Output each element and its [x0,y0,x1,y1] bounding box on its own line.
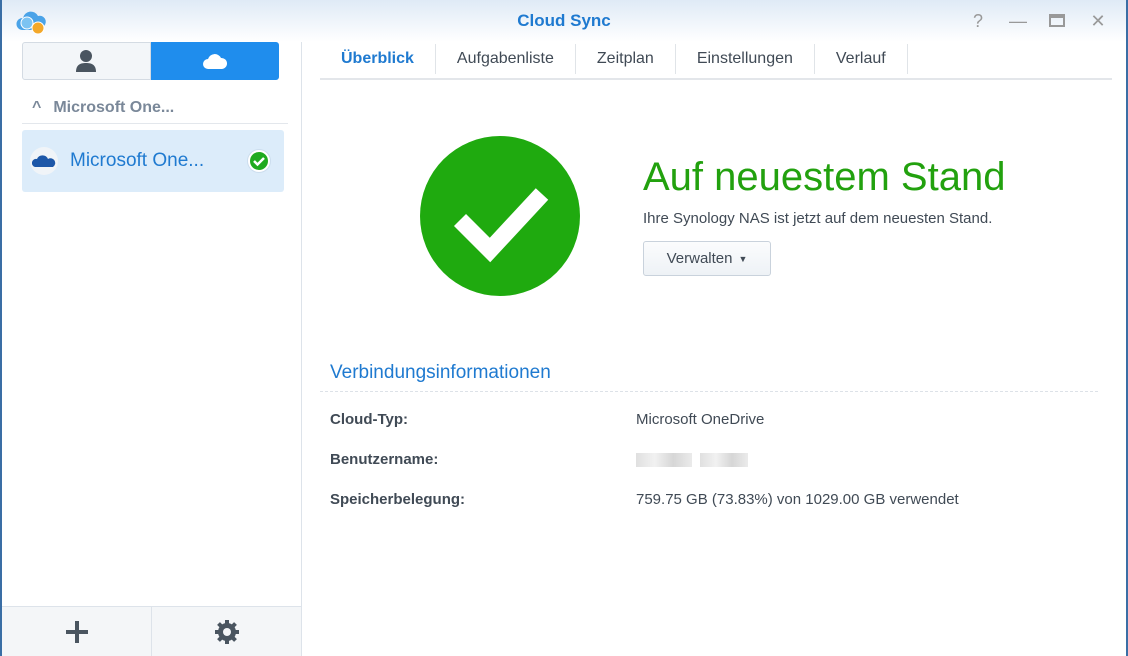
status-check-icon [420,136,580,296]
info-label: Benutzername: [330,451,439,468]
close-icon[interactable]: ✕ [1087,10,1109,32]
tab-schedule[interactable]: Zeitplan [576,44,676,74]
manage-label: Verwalten [666,250,733,267]
settings-button[interactable] [152,607,301,656]
group-label: Microsoft One... [53,98,175,116]
info-value: Microsoft OneDrive [636,411,765,428]
maximize-icon[interactable] [1046,10,1068,32]
manage-button[interactable]: Verwalten ▼ [643,241,771,276]
tab-settings[interactable]: Einstellungen [676,44,815,74]
tab-bar: Überblick Aufgabenliste Zeitplan Einstel… [320,42,1112,80]
minimize-icon[interactable]: — [1007,10,1029,32]
synced-check-icon [248,150,270,172]
sidebar-group-header[interactable]: ^ Microsoft One... [22,92,288,124]
caret-down-icon: ▼ [738,253,748,264]
info-label: Cloud-Typ: [330,411,409,428]
view-switch [22,42,279,80]
tab-task-list[interactable]: Aufgabenliste [436,44,576,74]
user-icon [76,50,97,72]
title-bar: Cloud Sync ? — ✕ [2,0,1126,42]
add-button[interactable] [2,607,152,656]
sidebar: ^ Microsoft One... Microsoft One... [2,42,302,656]
sidebar-item-onedrive[interactable]: Microsoft One... [22,130,284,192]
info-value: 759.75 GB (73.83%) von 1029.00 GB verwen… [636,491,959,508]
redacted-username [636,453,748,467]
status-title: Auf neuestem Stand [643,155,1006,199]
tab-overview[interactable]: Überblick [320,44,436,74]
gear-icon [214,619,239,644]
cloud-icon [202,54,227,69]
status-text: Ihre Synology NAS ist jetzt auf dem neue… [643,210,993,227]
question-icon[interactable]: ? [967,10,989,32]
user-view-button[interactable] [22,42,151,80]
tab-history[interactable]: Verlauf [815,44,908,74]
section-heading: Verbindungsinformationen [320,362,1098,392]
sidebar-item-label: Microsoft One... [70,150,205,171]
cloud-view-button[interactable] [150,42,279,80]
chevron-up-icon: ^ [32,98,42,116]
onedrive-icon [30,147,58,175]
info-label: Speicherbelegung: [330,491,466,508]
window-title: Cloud Sync [517,11,611,30]
plus-icon [65,620,88,643]
sidebar-footer [2,606,301,656]
